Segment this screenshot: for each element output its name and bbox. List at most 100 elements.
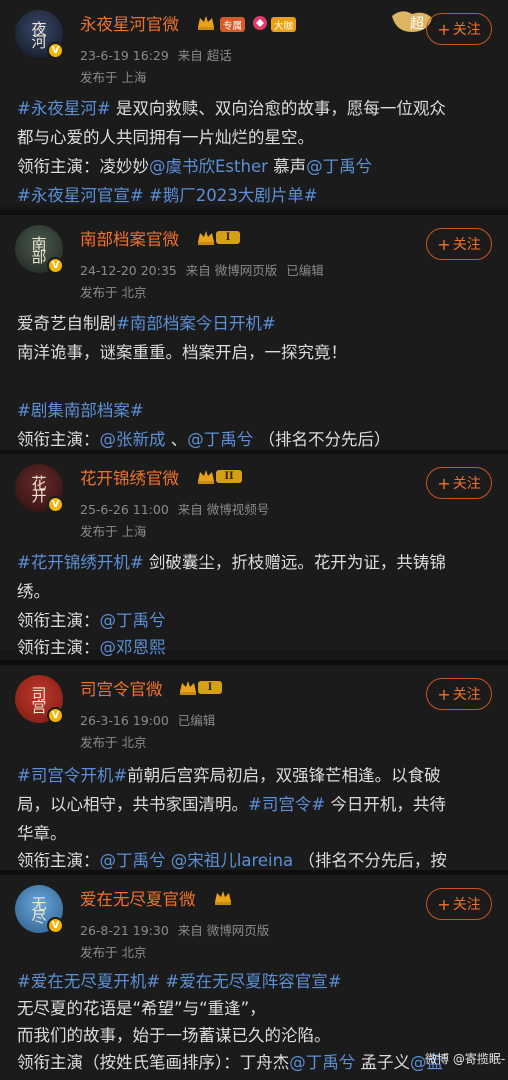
post-meta: 24-12-20 20:35 来自 微博网页版 已编辑 <box>80 263 324 278</box>
follow-button[interactable]: + 关注 <box>426 228 492 260</box>
hashtag-link[interactable]: #爱在无尽夏阵容官宣# <box>165 972 341 991</box>
post-text-line: #剧集南部档案# <box>17 397 144 421</box>
post-text: 领衔主演：凌妙妙 <box>17 157 149 176</box>
post-text-line: #爱在无尽夏开机# #爱在无尽夏阵容官宣# <box>17 968 342 992</box>
post-4: 司宫 V 司宫令官微 I 26-3-16 19:00 已编辑 发布于 北京 + 关注… <box>0 665 508 870</box>
post-text: 爱奇艺自制剧 <box>17 314 116 333</box>
follow-button[interactable]: + 关注 <box>426 13 492 45</box>
plus-icon: + <box>437 473 451 493</box>
post-2: 南部 V 南部档案官微 I 24-12-20 20:35 来自 微博网页版 已编辑 … <box>0 215 508 450</box>
crown-icon <box>198 470 214 484</box>
verified-icon: V <box>47 257 64 274</box>
post-location: 发布于 北京 <box>80 735 147 750</box>
post-text: 今日开机，共待 <box>325 795 446 814</box>
post-text-line: 领衔主演：@张新成 、@丁禹兮 （排名不分先后） <box>17 426 391 450</box>
fan-badge-icon <box>253 16 267 30</box>
mention-link[interactable]: @丁禹兮 <box>100 611 166 630</box>
post-text: 无尽夏的花语是“希望”与“重逢”， <box>17 999 266 1018</box>
crown-icon <box>198 231 214 245</box>
account-name[interactable]: 爱在无尽夏官微 <box>80 886 196 910</box>
post-1: 夜河 V 永夜星河官微 专属 大咖 超 23-6-19 16:29 来自 超话 发… <box>0 0 508 205</box>
post-text: 孟子义 <box>355 1053 410 1072</box>
crown-icon <box>215 891 231 905</box>
post-text: 剑破囊尘，折枝赠远。花开为证，共铸锦 <box>143 553 446 572</box>
post-text: （排名不分先后） <box>253 430 391 449</box>
post-text-line: 无尽夏的花语是“希望”与“重逢”， <box>17 995 266 1019</box>
post-text: 局，以心相守，共书家国清明。 <box>17 795 248 814</box>
account-name[interactable]: 南部档案官微 <box>80 226 179 250</box>
account-name[interactable]: 永夜星河官微 <box>80 11 179 35</box>
hashtag-link[interactable]: #司宫令开机# <box>17 766 127 785</box>
post-text: 慕声 <box>267 157 307 176</box>
post-text: 华章。 <box>17 824 67 843</box>
post-text-line: 而我们的故事，始于一场蓄谋已久的沦陷。 <box>17 1022 331 1046</box>
post-text-line: 领衔主演：凌妙妙@虞书欣Esther 慕声@丁禹兮 <box>17 153 372 177</box>
post-text: 、 <box>165 430 188 449</box>
mention-link[interactable]: @邓恩熙 <box>100 638 166 657</box>
post-meta: 26-3-16 19:00 已编辑 <box>80 713 216 728</box>
post-location: 发布于 上海 <box>80 524 147 539</box>
verified-icon: V <box>47 42 64 59</box>
watermark: 微博 @寄揽眠- <box>425 1052 506 1066</box>
post-location: 发布于 上海 <box>80 70 147 85</box>
post-text: 南洋诡事，谜案重重。档案开启，一探究竟！ <box>17 343 347 362</box>
mention-link[interactable]: @张新成 <box>100 430 166 449</box>
hashtag-link[interactable]: #司宫令# <box>248 795 325 814</box>
post-text-line: 都与心爱的人共同拥有一片灿烂的星空。 <box>17 124 314 148</box>
account-name[interactable]: 花开锦绣官微 <box>80 465 179 489</box>
plus-icon: + <box>437 234 451 254</box>
post-text-line: #花开锦绣开机# 剑破囊尘，折枝赠远。花开为证，共铸锦 <box>17 549 446 573</box>
mention-link[interactable]: @丁禹兮 <box>187 430 253 449</box>
post-text: 都与心爱的人共同拥有一片灿烂的星空。 <box>17 128 314 147</box>
post-text: 前朝后宫弈局初启，双强锋芒相逢。以食破 <box>127 766 441 785</box>
mention-link[interactable]: @丁禹兮 <box>306 157 372 176</box>
post-meta: 23-6-19 16:29 来自 超话 <box>80 48 232 63</box>
post-text: （排名不分先后，按 <box>293 851 447 870</box>
level-badge: I <box>198 681 222 694</box>
account-name[interactable]: 司宫令官微 <box>80 676 163 700</box>
post-text-line: #永夜星河官宣# #鹅厂2023大剧片单# <box>17 182 318 206</box>
hashtag-link[interactable]: #爱在无尽夏开机# <box>17 972 160 991</box>
post-text-line: #永夜星河# 是双向救赎、双向治愈的故事，愿每一位观众 <box>17 95 446 119</box>
post-text-line: 局，以心相守，共书家国清明。#司宫令# 今日开机，共待 <box>17 791 446 815</box>
mention-link[interactable]: @丁禹兮 <box>289 1053 355 1072</box>
post-text-line: 领衔主演（按姓氏笔画排序）：丁舟杰@丁禹兮 孟子义@孟 <box>17 1049 443 1073</box>
hashtag-link[interactable]: #剧集南部档案# <box>17 401 144 420</box>
follow-button[interactable]: + 关注 <box>426 467 492 499</box>
hashtag-link[interactable]: #永夜星河官宣# <box>17 186 144 205</box>
follow-button[interactable]: + 关注 <box>426 678 492 710</box>
post-text-line: 绣。 <box>17 578 50 602</box>
post-text: 绣。 <box>17 582 50 601</box>
post-text-line: 领衔主演：@邓恩熙 <box>17 634 166 658</box>
mention-link[interactable]: @虞书欣Esther <box>149 157 268 176</box>
post-text: 领衔主演： <box>17 638 100 657</box>
follow-button[interactable]: + 关注 <box>426 888 492 920</box>
verified-icon: V <box>47 707 64 724</box>
mention-link[interactable]: @丁禹兮 <box>100 851 166 870</box>
crown-icon <box>198 16 214 30</box>
post-text-line: 爱奇艺自制剧#南部档案今日开机# <box>17 310 276 334</box>
verified-icon: V <box>47 917 64 934</box>
post-text: 领衔主演： <box>17 611 100 630</box>
post-text-line: #司宫令开机#前朝后宫弈局初启，双强锋芒相逢。以食破 <box>17 762 441 786</box>
post-text: 是双向救赎、双向治愈的故事，愿每一位观众 <box>110 99 446 118</box>
hashtag-link[interactable]: #花开锦绣开机# <box>17 553 144 572</box>
post-meta: 25-6-26 11:00 来自 微博视频号 <box>80 502 270 517</box>
post-location: 发布于 北京 <box>80 945 147 960</box>
plus-icon: + <box>437 684 451 704</box>
hashtag-link[interactable]: #南部档案今日开机# <box>116 314 276 333</box>
post-text-line: 南洋诡事，谜案重重。档案开启，一探究竟！ <box>17 339 347 363</box>
plus-icon: + <box>437 19 451 39</box>
post-text: 领衔主演： <box>17 430 100 449</box>
post-text-line: 领衔主演：@丁禹兮 <box>17 607 166 631</box>
post-text-line: 领衔主演：@丁禹兮 @宋祖儿lareina （排名不分先后，按 <box>17 847 447 871</box>
mention-link[interactable]: @宋祖儿lareina <box>171 851 293 870</box>
crown-icon <box>180 681 196 695</box>
hashtag-link[interactable]: #鹅厂2023大剧片单# <box>149 186 318 205</box>
vip-badge: 大咖 <box>271 17 297 32</box>
hashtag-link[interactable]: #永夜星河# <box>17 99 111 118</box>
post-text: 而我们的故事，始于一场蓄谋已久的沦陷。 <box>17 1026 331 1045</box>
post-meta: 26-8-21 19:30 来自 微博网页版 <box>80 923 270 938</box>
post-text: 领衔主演（按姓氏笔画排序）：丁舟杰 <box>17 1053 290 1072</box>
plus-icon: + <box>437 894 451 914</box>
